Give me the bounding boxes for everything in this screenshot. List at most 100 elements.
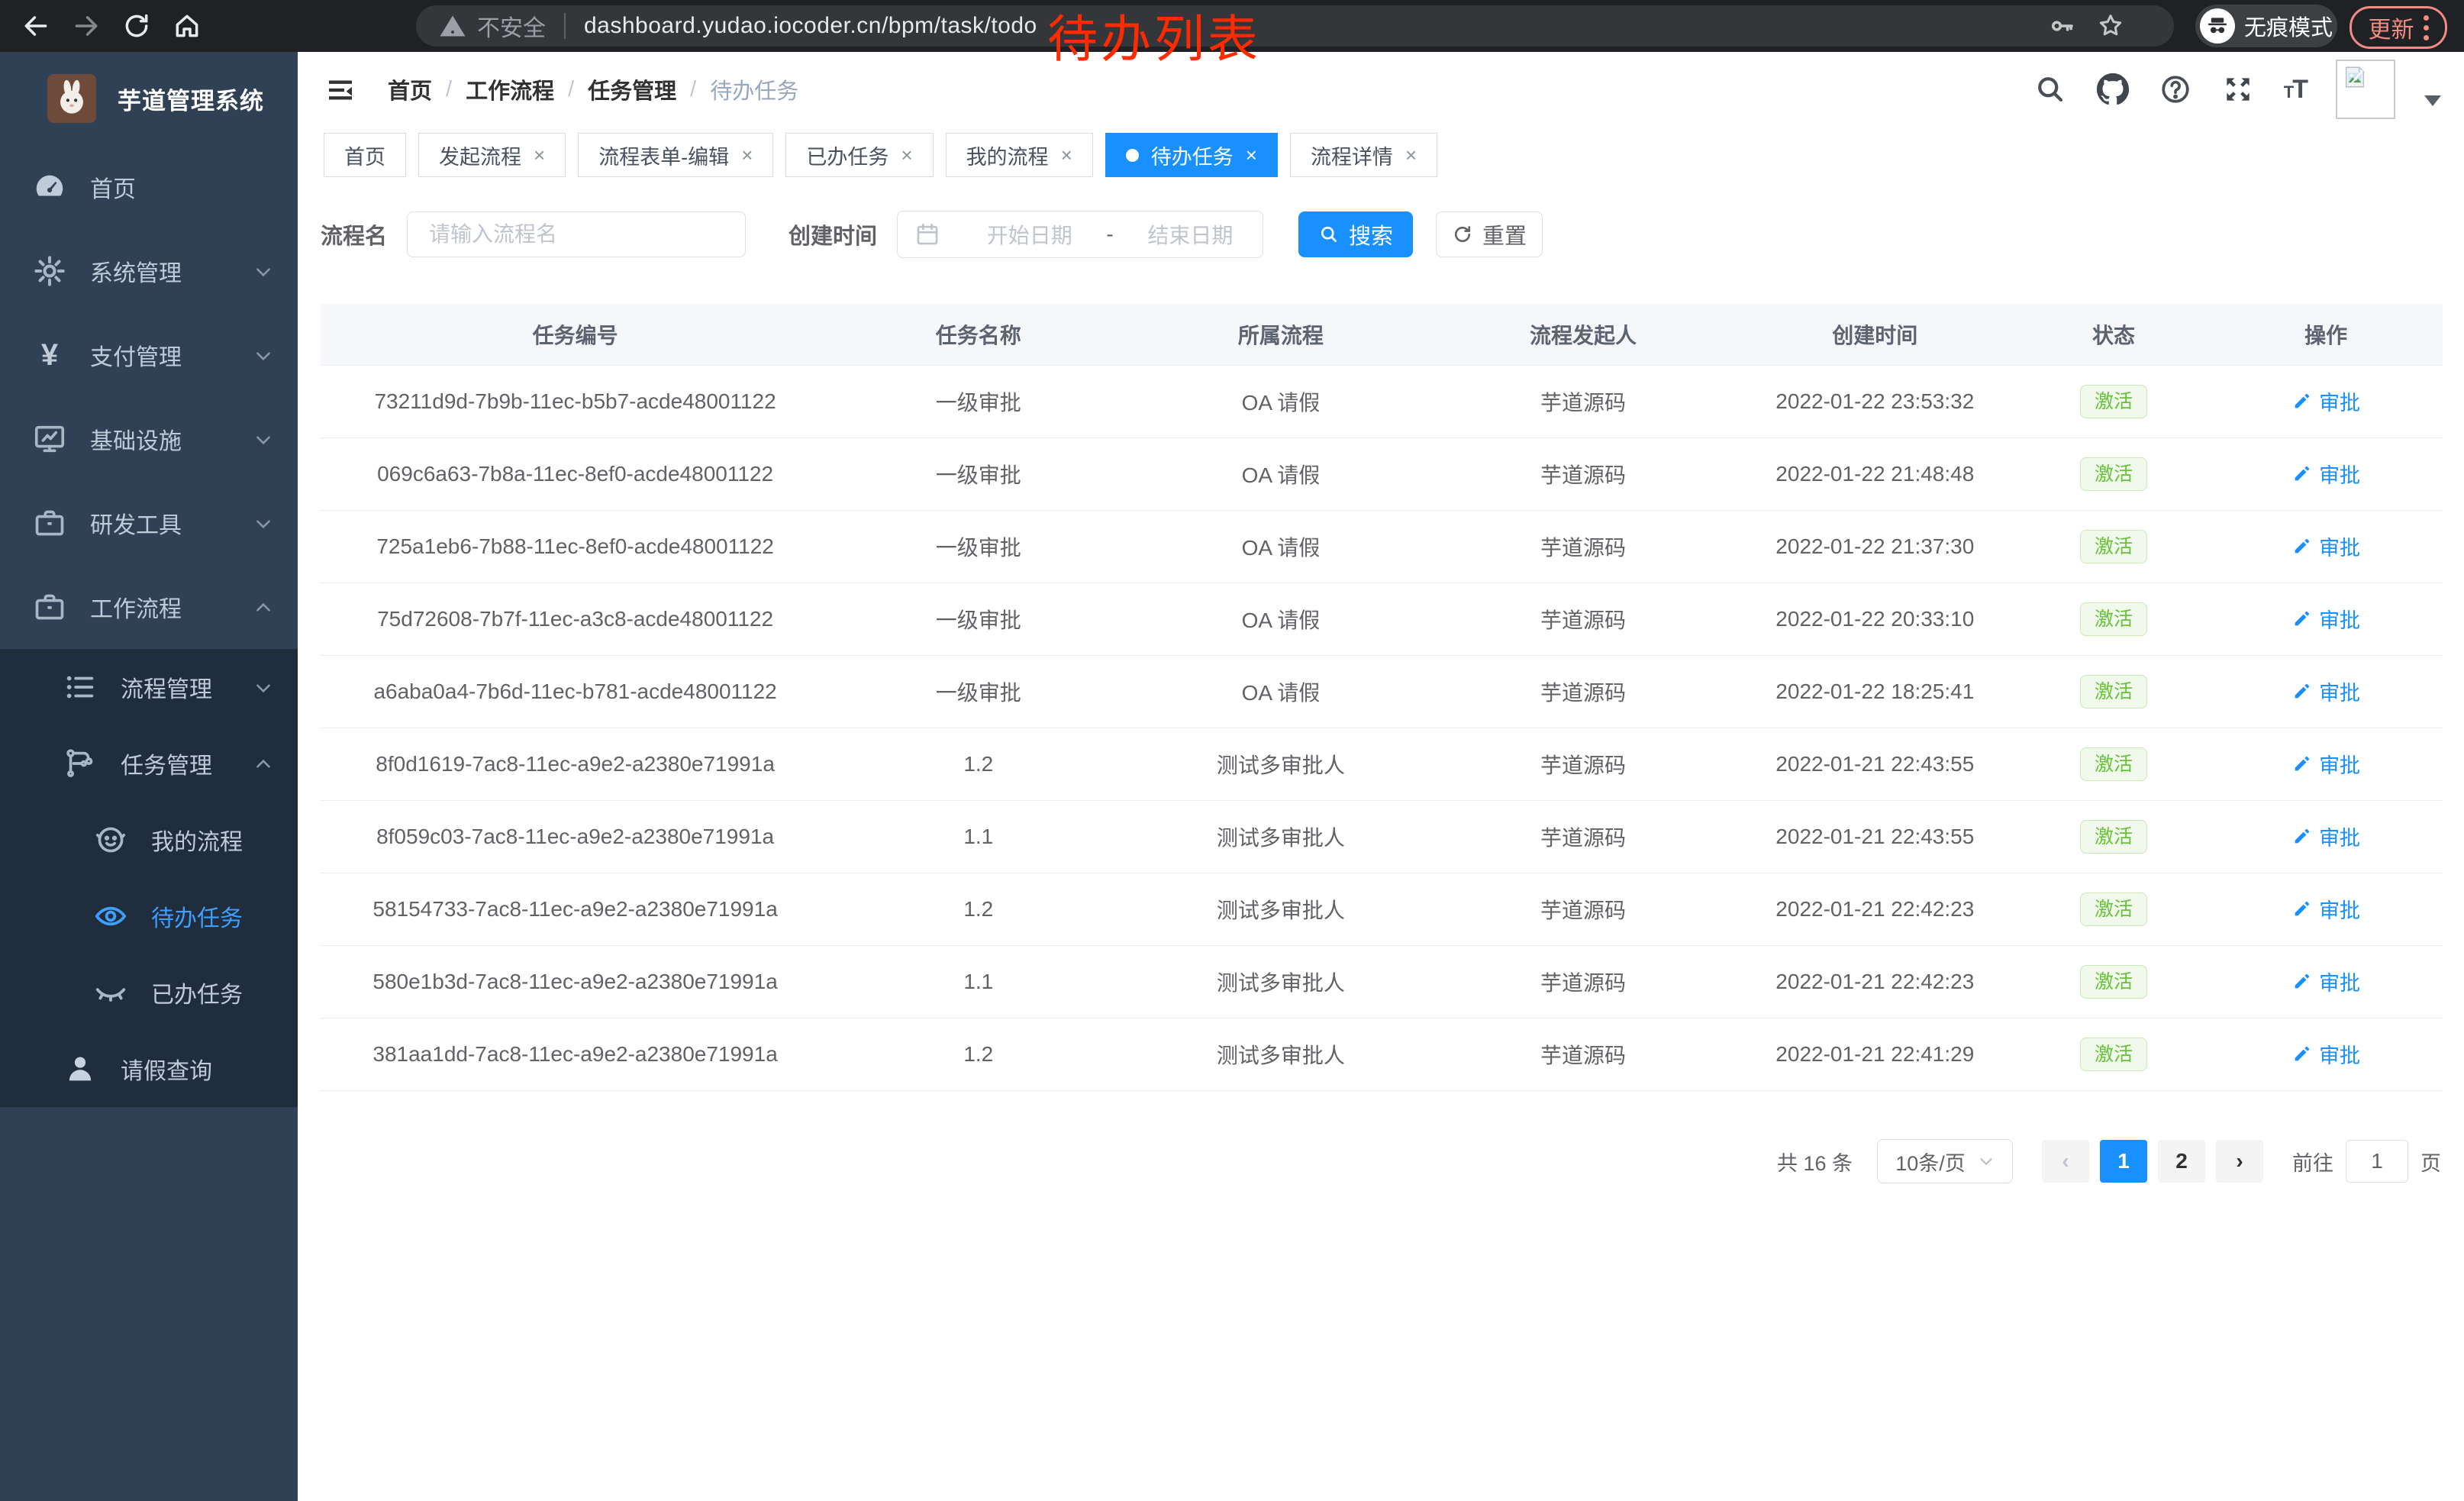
tab-my-process[interactable]: 我的流程× — [946, 133, 1093, 177]
goto-label: 前往 — [2292, 1147, 2333, 1177]
search-button[interactable]: 搜索 — [1298, 211, 1413, 257]
table-row: 75d72608-7b7f-11ec-a3c8-acde48001122一级审批… — [321, 583, 2443, 656]
close-icon[interactable]: × — [901, 144, 912, 167]
tab-done-tasks[interactable]: 已办任务× — [785, 133, 933, 177]
screen: 不安全 dashboard.yudao.iocoder.cn/bpm/task/… — [0, 0, 2464, 1501]
tab-process-form-edit[interactable]: 流程表单-编辑× — [578, 133, 773, 177]
page-button-2[interactable]: 2 — [2158, 1140, 2205, 1183]
close-icon[interactable]: × — [1246, 144, 1257, 167]
text-size-icon[interactable]: TT — [2284, 75, 2307, 105]
close-icon[interactable]: × — [741, 144, 753, 167]
forward-icon[interactable] — [72, 11, 101, 40]
approve-link[interactable]: 审批 — [2291, 386, 2360, 416]
page-content: 流程名 创建时间 开始日期 - 结束日期 搜索 重置 — [298, 183, 2464, 1501]
back-icon[interactable] — [21, 11, 50, 40]
breadcrumb-current: 待办任务 — [710, 73, 798, 105]
pagination: 共 16 条 10条/页 ‹ 1 2 › 前往 页 — [1777, 1139, 2441, 1183]
prev-page-button[interactable]: ‹ — [2042, 1140, 2089, 1183]
sidebar-item-home[interactable]: 首页 — [0, 145, 298, 229]
sidebar-item-done-tasks[interactable]: 已办任务 — [0, 954, 298, 1031]
table-header-row: 任务编号 任务名称 所属流程 流程发起人 创建时间 状态 操作 — [321, 304, 2443, 366]
sidebar-item-workflow[interactable]: 工作流程 — [0, 565, 298, 649]
goto-page-input[interactable] — [2346, 1140, 2408, 1183]
approve-link[interactable]: 审批 — [2291, 967, 2360, 996]
sidebar-item-label: 请假查询 — [121, 1052, 212, 1086]
help-icon[interactable] — [2159, 73, 2192, 106]
sidebar-collapse-icon[interactable] — [325, 75, 356, 104]
next-page-button[interactable]: › — [2216, 1140, 2263, 1183]
sidebar-item-my-process[interactable]: 我的流程 — [0, 802, 298, 878]
eye-closed-icon — [93, 975, 128, 1010]
breadcrumb-separator: / — [446, 77, 452, 102]
tab-todo-tasks[interactable]: 待办任务× — [1105, 133, 1278, 177]
tab-home[interactable]: 首页 — [324, 133, 406, 177]
approve-link[interactable]: 审批 — [2291, 531, 2360, 561]
close-icon[interactable]: × — [534, 144, 545, 167]
breadcrumb-workflow[interactable]: 工作流程 — [466, 73, 554, 105]
sidebar-item-label: 基础设施 — [90, 422, 182, 456]
start-date-placeholder: 开始日期 — [957, 219, 1101, 250]
dropdown-caret-icon[interactable] — [2424, 95, 2441, 106]
search-icon[interactable] — [2033, 73, 2067, 106]
briefcase-icon — [32, 589, 67, 625]
incognito-icon — [2200, 8, 2235, 44]
range-separator: - — [1101, 222, 1118, 247]
app-logo-row[interactable]: 芋道管理系统 — [0, 52, 298, 145]
page-unit-label: 页 — [2420, 1147, 2441, 1177]
list-icon — [63, 670, 98, 705]
breadcrumb-task-mgmt[interactable]: 任务管理 — [588, 73, 676, 105]
sidebar-item-system[interactable]: 系统管理 — [0, 229, 298, 313]
page-button-1[interactable]: 1 — [2100, 1140, 2147, 1183]
sidebar-item-infra[interactable]: 基础设施 — [0, 397, 298, 481]
date-range-picker[interactable]: 开始日期 - 结束日期 — [897, 211, 1263, 258]
filter-bar: 流程名 创建时间 开始日期 - 结束日期 搜索 重置 — [321, 211, 1543, 258]
reset-button[interactable]: 重置 — [1436, 211, 1543, 257]
approve-link[interactable]: 审批 — [2291, 749, 2360, 779]
col-created: 创建时间 — [1732, 304, 2018, 366]
tab-process-detail[interactable]: 流程详情× — [1290, 133, 1437, 177]
col-process: 所属流程 — [1127, 304, 1434, 366]
security-label: 不安全 — [477, 9, 546, 43]
sidebar-item-leave-query[interactable]: 请假查询 — [0, 1031, 298, 1107]
tab-start-process[interactable]: 发起流程× — [418, 133, 566, 177]
home-icon[interactable] — [173, 11, 202, 40]
reload-icon[interactable] — [122, 11, 151, 40]
sidebar-item-label: 工作流程 — [90, 590, 182, 624]
sidebar-item-todo-tasks[interactable]: 待办任务 — [0, 878, 298, 954]
breadcrumb: 首页 / 工作流程 / 任务管理 / 待办任务 — [388, 52, 798, 127]
bookmark-star-icon[interactable] — [2096, 11, 2125, 40]
browser-menu-icon[interactable] — [2424, 15, 2429, 40]
close-icon[interactable]: × — [1405, 144, 1417, 167]
process-name-input[interactable] — [407, 211, 746, 257]
process-name-label: 流程名 — [321, 218, 387, 250]
approve-link[interactable]: 审批 — [2291, 1039, 2360, 1069]
browser-update-button[interactable]: 更新 — [2350, 6, 2447, 49]
sidebar-item-process-mgmt[interactable]: 流程管理 — [0, 649, 298, 725]
approve-link[interactable]: 审批 — [2291, 676, 2360, 706]
approve-link[interactable]: 审批 — [2291, 604, 2360, 634]
page-size-select[interactable]: 10条/页 — [1877, 1139, 2013, 1183]
github-icon[interactable] — [2096, 73, 2130, 106]
app-title: 芋道管理系统 — [118, 82, 264, 116]
status-badge: 激活 — [2080, 457, 2147, 491]
sidebar-item-label: 系统管理 — [90, 254, 182, 288]
approve-link[interactable]: 审批 — [2291, 894, 2360, 924]
sidebar-item-label: 任务管理 — [121, 747, 212, 780]
approve-link[interactable]: 审批 — [2291, 822, 2360, 851]
flow-icon — [63, 746, 98, 781]
address-bar[interactable]: 不安全 dashboard.yudao.iocoder.cn/bpm/task/… — [416, 5, 2174, 47]
breadcrumb-separator: / — [690, 77, 696, 102]
breadcrumb-home[interactable]: 首页 — [388, 73, 432, 105]
approve-link[interactable]: 审批 — [2291, 459, 2360, 489]
fullscreen-icon[interactable] — [2221, 73, 2255, 106]
sidebar-item-task-mgmt[interactable]: 任务管理 — [0, 725, 298, 802]
workflow-submenu: 流程管理 任务管理 我的流程 待办任务 — [0, 649, 298, 1107]
key-icon[interactable] — [2049, 12, 2076, 40]
todo-task-table: 任务编号 任务名称 所属流程 流程发起人 创建时间 状态 操作 73211d9d… — [321, 304, 2443, 1091]
table-row: 069c6a63-7b8a-11ec-8ef0-acde48001122一级审批… — [321, 438, 2443, 511]
close-icon[interactable]: × — [1061, 144, 1072, 167]
status-badge: 激活 — [2080, 1038, 2147, 1071]
sidebar-item-payment[interactable]: ¥ 支付管理 — [0, 313, 298, 397]
sidebar-item-devtools[interactable]: 研发工具 — [0, 481, 298, 565]
avatar[interactable] — [2336, 60, 2395, 119]
